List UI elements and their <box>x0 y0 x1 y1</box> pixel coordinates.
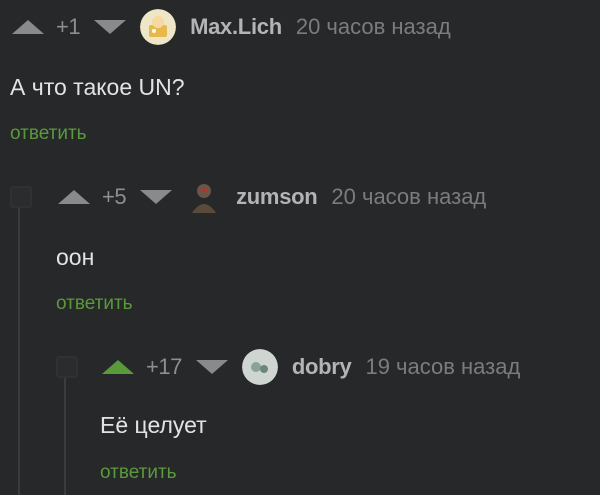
reply-link[interactable]: ответить <box>10 123 87 145</box>
upvote-icon[interactable] <box>102 360 134 374</box>
thread-line[interactable] <box>64 378 66 495</box>
username[interactable]: zumson <box>236 184 318 210</box>
timestamp[interactable]: 20 часов назад <box>296 14 451 40</box>
thread-line[interactable] <box>18 208 20 495</box>
avatar[interactable] <box>241 349 278 385</box>
comment-header: +1 Max.Lich 20 часов назад <box>12 7 451 47</box>
username[interactable]: Max.Lich <box>190 14 282 40</box>
comment-text: Её целует <box>100 412 207 438</box>
upvote-icon[interactable] <box>58 190 90 204</box>
downvote-icon[interactable] <box>140 190 173 204</box>
upvote-icon[interactable] <box>12 20 44 34</box>
comment-header: +17 dobry 19 часов назад <box>102 347 520 387</box>
comment-header: +5 zumson 20 часов назад <box>58 177 486 217</box>
avatar[interactable] <box>186 179 223 215</box>
comment-text: оон <box>56 244 95 270</box>
collapse-thread-button[interactable] <box>56 356 78 378</box>
collapse-thread-button[interactable] <box>10 186 32 208</box>
downvote-icon[interactable] <box>195 360 228 374</box>
avatar[interactable] <box>140 9 177 45</box>
downvote-icon[interactable] <box>94 20 127 34</box>
reply-link[interactable]: ответить <box>100 462 177 484</box>
comment-text: А что такое UN? <box>10 74 185 100</box>
comment-score: +17 <box>146 354 182 379</box>
comment-score: +5 <box>102 184 127 209</box>
comment-score: +1 <box>56 14 81 39</box>
timestamp[interactable]: 20 часов назад <box>331 184 486 210</box>
reply-link[interactable]: ответить <box>56 293 133 315</box>
username[interactable]: dobry <box>292 354 352 380</box>
comments-thread: +1 Max.Lich 20 часов назад А что такое U… <box>0 0 600 495</box>
timestamp[interactable]: 19 часов назад <box>365 354 520 380</box>
